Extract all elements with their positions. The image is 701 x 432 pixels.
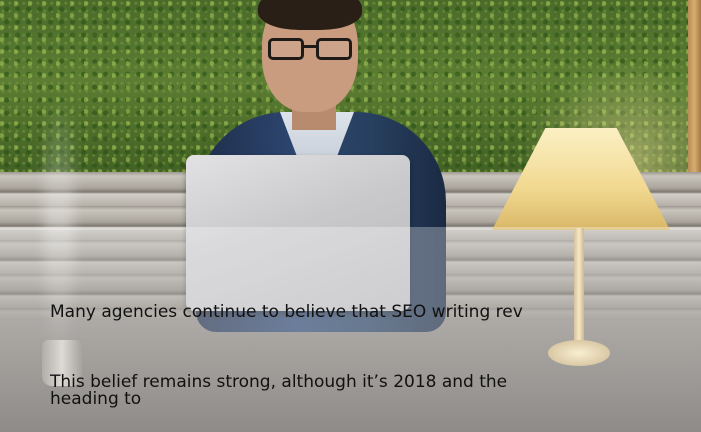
article-paragraph-2-continued: heading to xyxy=(50,389,142,409)
article-paragraph-1: Many agencies continue to believe that S… xyxy=(50,302,523,322)
glasses-icon xyxy=(268,38,354,62)
person-hair xyxy=(258,0,362,30)
